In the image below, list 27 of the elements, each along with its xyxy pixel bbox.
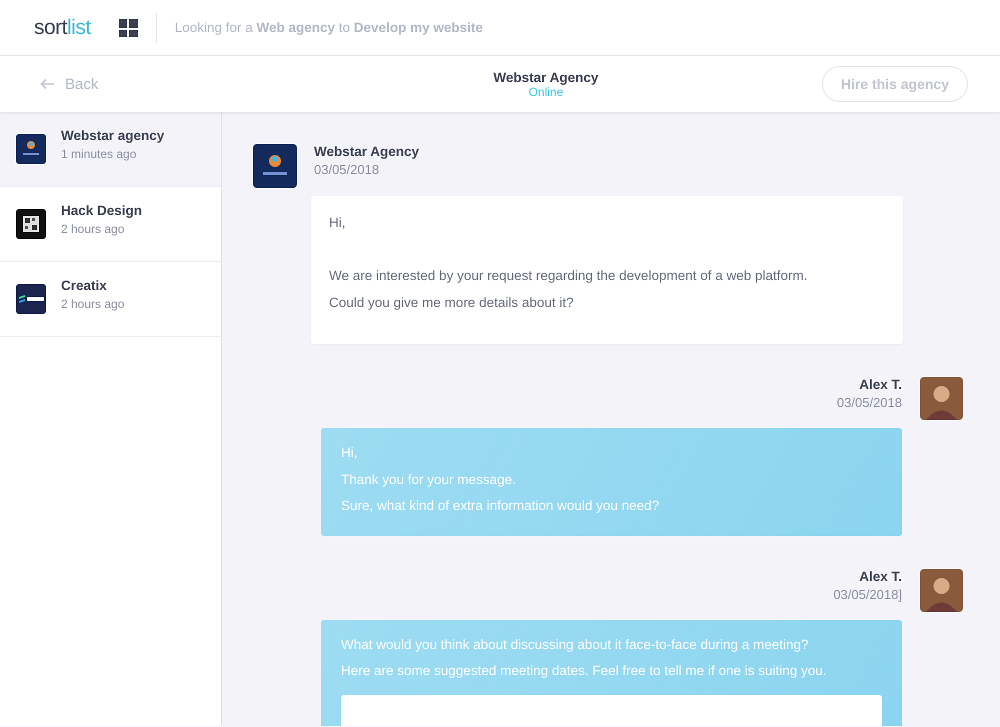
request-summary: Looking for a Web agency to Develop my website (174, 20, 483, 35)
sender-name: Webstar Agency (314, 144, 420, 159)
sortlist-logo[interactable]: sortlist (34, 16, 91, 40)
message-text: Thank you for your message. (341, 470, 517, 489)
avatar-icon (920, 377, 963, 420)
dashboard-icon[interactable] (118, 18, 138, 36)
conversation-item[interactable]: Hack Design 2 hours ago (0, 187, 221, 262)
avatar-icon (920, 568, 963, 612)
agency-logo-icon (253, 144, 297, 188)
message-text: What would you think about discussing about it face-to-face during a meeting? (341, 636, 810, 654)
message-date: 03/05/2018] (833, 586, 902, 602)
back-arrow-icon (40, 78, 55, 90)
message-text: Sure, what kind of extra information would you need? (341, 497, 660, 515)
message-text: We are interested by your request regarding the development of a web platform. (329, 267, 809, 285)
message-text: Here are some suggested meeting dates. Feel free to tell me if one is suiting you. (341, 662, 828, 680)
chat-title: Webstar Agency (493, 70, 598, 84)
message-date: 03/05/2018 (314, 162, 380, 177)
online-status: Online (528, 84, 564, 98)
message-date: 03/05/2018 (836, 395, 902, 410)
message-text: Could you give me more details about it? (329, 294, 575, 312)
sender-name: Alex T. (858, 377, 902, 392)
conversation-item[interactable]: Creatix 2 hours ago (0, 262, 221, 337)
message-text: Hi, (341, 444, 358, 462)
sender-name: Alex T. (858, 568, 902, 584)
conversation-item[interactable]: Webstar agency 1 minutes ago (0, 112, 221, 187)
message-text: Hi, (329, 214, 346, 232)
qr-logo-icon (16, 209, 46, 239)
